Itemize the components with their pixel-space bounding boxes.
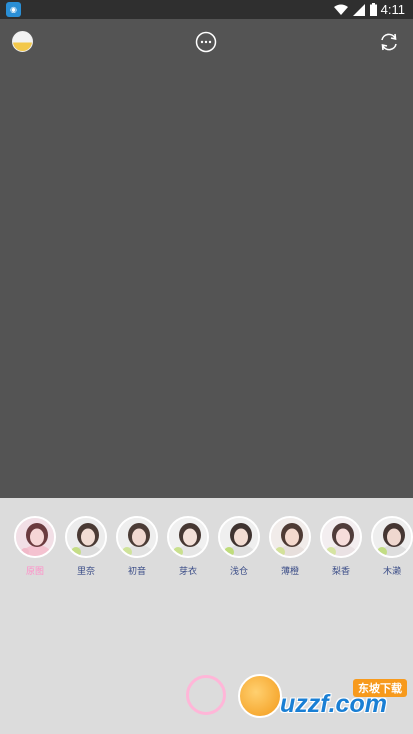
filter-item[interactable]: 初音	[114, 516, 160, 577]
filter-item[interactable]: 木濑	[369, 516, 413, 577]
shutter-button[interactable]	[186, 675, 226, 715]
filter-label: 木濑	[382, 567, 401, 577]
bottom-panel: 原图 里奈 初音 芽衣 浅仓 薄橙 梨香 木濑 东坡下载 uzzf.com	[0, 498, 413, 734]
more-dots-icon[interactable]	[195, 31, 217, 53]
filter-strip[interactable]: 原图 里奈 初音 芽衣 浅仓 薄橙 梨香 木濑	[0, 498, 413, 588]
filter-label: 芽衣	[178, 567, 197, 577]
status-bar: ◉ 4:11	[0, 0, 413, 19]
watermark-text: uzzf.com	[280, 690, 387, 718]
filter-item[interactable]: 梨香	[318, 516, 364, 577]
filter-item[interactable]: 薄橙	[267, 516, 313, 577]
filter-preview-image	[218, 516, 260, 558]
status-icons: 4:11	[333, 2, 405, 17]
filter-preview-image	[320, 516, 362, 558]
camera-app-icon: ◉	[6, 2, 21, 17]
filter-label: 里奈	[76, 567, 95, 577]
filter-item[interactable]: 原图	[12, 516, 58, 577]
filter-item[interactable]: 里奈	[63, 516, 109, 577]
gallery-thumbnail-icon[interactable]	[12, 31, 33, 52]
filter-label: 梨香	[331, 567, 350, 577]
filter-label: 浅仓	[229, 567, 248, 577]
wifi-icon	[333, 4, 348, 15]
status-time: 4:11	[380, 2, 405, 17]
switch-camera-icon[interactable]	[378, 31, 400, 53]
camera-viewfinder[interactable]	[0, 19, 413, 498]
watermark-logo: 东坡下载 uzzf.com	[228, 670, 413, 732]
filter-preview-image	[167, 516, 209, 558]
filter-preview-image	[116, 516, 158, 558]
filter-item[interactable]: 芽衣	[165, 516, 211, 577]
filter-preview-image	[269, 516, 311, 558]
filter-label: 原图	[25, 567, 44, 577]
filter-label: 薄橙	[280, 567, 299, 577]
battery-icon	[369, 3, 377, 16]
filter-item[interactable]: 浅仓	[216, 516, 262, 577]
signal-icon	[352, 3, 365, 16]
watermark-ball-icon	[238, 674, 282, 718]
filter-label: 初音	[127, 567, 146, 577]
filter-preview-image	[14, 516, 56, 558]
filter-preview-image	[371, 516, 413, 558]
filter-preview-image	[65, 516, 107, 558]
